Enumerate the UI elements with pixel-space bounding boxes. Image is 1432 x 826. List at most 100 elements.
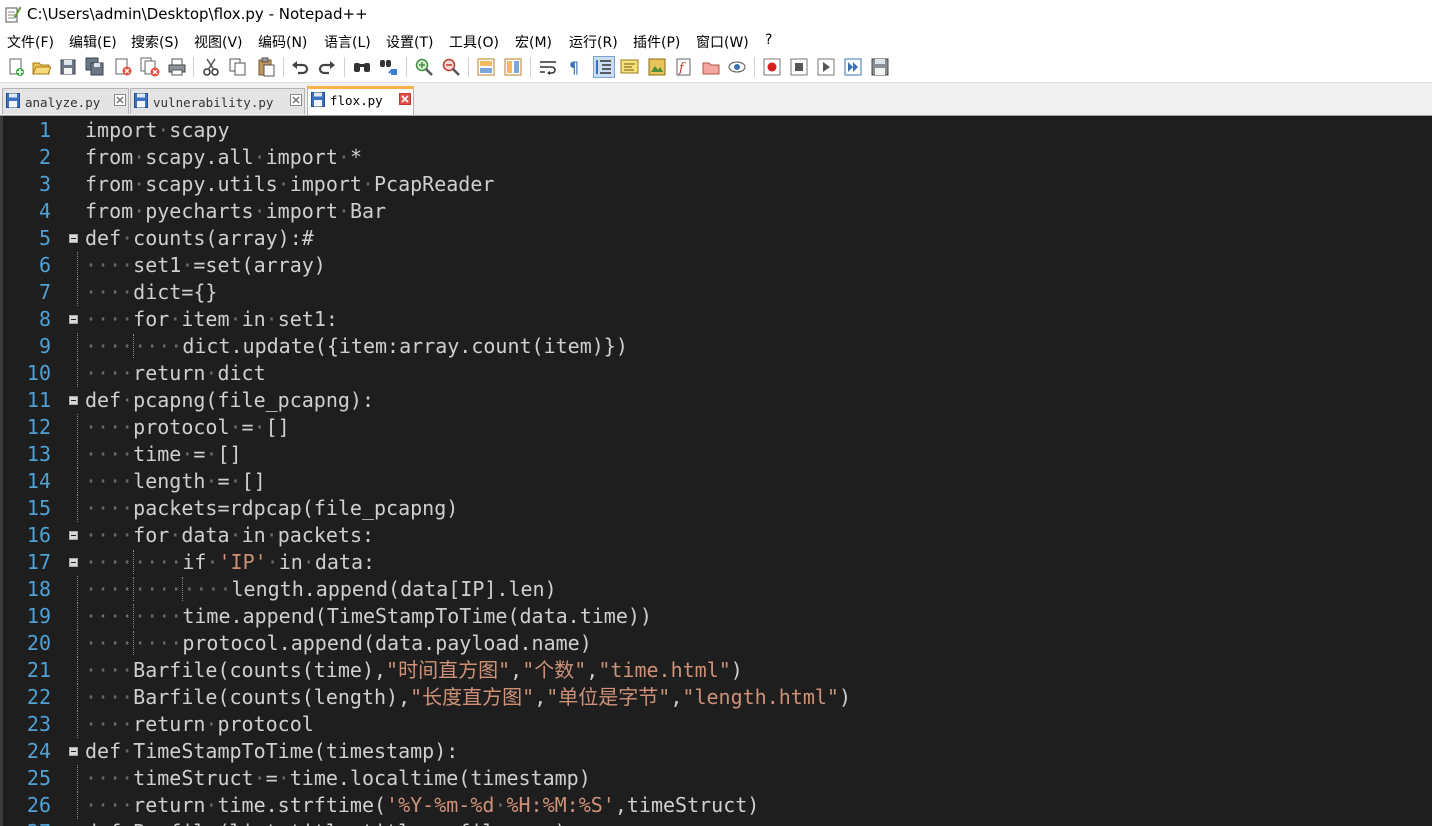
code-line[interactable]: 15 ····packets=rdpcap(file_pcapng) (3, 495, 1432, 522)
fold-collapse-icon[interactable] (69, 234, 78, 243)
code-line[interactable]: 23 ····return·protocol (3, 711, 1432, 738)
menu-help[interactable]: ? (764, 32, 773, 48)
line-number: 11 (26, 388, 51, 412)
new-file-icon[interactable] (6, 57, 26, 77)
folder-workspace-icon[interactable] (701, 57, 721, 77)
code-line[interactable]: 8 ····for·item·in·set1: (3, 306, 1432, 333)
tab-analyze-py[interactable]: analyze.py (2, 88, 129, 114)
code-line[interactable]: 24 def·TimeStampToTime(timestamp): (3, 738, 1432, 765)
code-text: ····dict={} (85, 280, 218, 304)
replace-icon[interactable] (379, 57, 399, 77)
code-text: ····return·protocol (85, 712, 314, 736)
play-macro-icon[interactable] (816, 57, 836, 77)
undo-icon[interactable] (290, 57, 310, 77)
save-icon[interactable] (58, 57, 78, 77)
fold-guide (77, 252, 78, 279)
code-line[interactable]: 3 from·scapy.utils·import·PcapReader (3, 171, 1432, 198)
code-line[interactable]: 10 ····return·dict (3, 360, 1432, 387)
menu-plugins[interactable]: 插件(P) (632, 32, 681, 52)
code-line[interactable]: 26 ····return·time.strftime('%Y-%m-%d·%H:… (3, 792, 1432, 819)
zoom-in-icon[interactable] (414, 57, 434, 77)
redo-icon[interactable] (317, 57, 337, 77)
function-list-icon[interactable]: f (674, 57, 694, 77)
fold-collapse-icon[interactable] (69, 531, 78, 540)
line-number: 16 (26, 523, 51, 547)
svg-text:¶: ¶ (569, 58, 579, 77)
code-line[interactable]: 21 ····Barfile(counts(time),"时间直方图","个数",… (3, 657, 1432, 684)
menu-view[interactable]: 视图(V) (193, 32, 244, 52)
fold-collapse-icon[interactable] (69, 558, 78, 567)
code-line[interactable]: 1 import·scapy (3, 117, 1432, 144)
tab-vulnerability-py[interactable]: vulnerability.py (130, 88, 305, 114)
code-line[interactable]: 17 ········if·'IP'·in·data: (3, 549, 1432, 576)
close-icon[interactable] (113, 57, 133, 77)
copy-icon[interactable] (228, 57, 248, 77)
fold-guide (77, 360, 78, 387)
menu-tools[interactable]: 工具(O) (448, 32, 500, 52)
indent-guide-icon[interactable] (593, 56, 615, 78)
menu-window[interactable]: 窗口(W) (695, 32, 750, 52)
code-line[interactable]: 19 ········time.append(TimeStampToTime(da… (3, 603, 1432, 630)
close-tab-icon[interactable] (290, 94, 302, 106)
tab-flox-py[interactable]: flox.py (307, 86, 414, 115)
menu-search[interactable]: 搜索(S) (130, 32, 180, 52)
code-editor[interactable]: 1 import·scapy 2 from·scapy.all·import·* 3 fr… (0, 116, 1432, 826)
menu-language[interactable]: 语言(L) (323, 32, 372, 52)
code-line[interactable]: 27 def·Barfile(list,title,title_y,filenam… (3, 819, 1432, 826)
close-tab-icon[interactable] (399, 93, 411, 105)
fold-guide (77, 441, 78, 468)
fold-guide (77, 684, 78, 711)
paste-icon[interactable] (256, 57, 276, 77)
close-tab-icon[interactable] (114, 94, 126, 106)
stop-record-icon[interactable] (789, 57, 809, 77)
code-line[interactable]: 20 ········protocol.append(data.payload.n… (3, 630, 1432, 657)
code-line[interactable]: 18 ············length.append(data[IP].len… (3, 576, 1432, 603)
menu-encoding[interactable]: 编码(N) (257, 32, 308, 52)
document-map-icon[interactable] (647, 57, 667, 77)
show-all-chars-icon[interactable]: ¶ (565, 57, 585, 77)
code-line[interactable]: 6 ····set1·=set(array) (3, 252, 1432, 279)
fold-guide (77, 603, 78, 630)
code-line[interactable]: 9 ········dict.update({item:array.count(i… (3, 333, 1432, 360)
monitoring-icon[interactable] (727, 57, 747, 77)
fold-guide (77, 333, 78, 360)
word-wrap-icon[interactable] (538, 57, 558, 77)
sync-horizontal-icon[interactable] (503, 57, 523, 77)
menu-edit[interactable]: 编辑(E) (68, 32, 118, 52)
fold-collapse-icon[interactable] (69, 315, 78, 324)
cut-icon[interactable] (201, 57, 221, 77)
fold-collapse-icon[interactable] (69, 396, 78, 405)
save-macro-icon[interactable] (870, 57, 890, 77)
code-line[interactable]: 4 from·pyecharts·import·Bar (3, 198, 1432, 225)
fold-collapse-icon[interactable] (69, 747, 78, 756)
code-line[interactable]: 25 ····timeStruct·=·time.localtime(timest… (3, 765, 1432, 792)
code-text: ····length·=·[] (85, 469, 266, 493)
line-number: 21 (26, 658, 51, 682)
zoom-out-icon[interactable] (441, 57, 461, 77)
line-number: 14 (26, 469, 51, 493)
code-line[interactable]: 2 from·scapy.all·import·* (3, 144, 1432, 171)
code-line[interactable]: 7 ····dict={} (3, 279, 1432, 306)
record-macro-icon[interactable] (762, 57, 782, 77)
run-macro-multiple-icon[interactable] (843, 57, 863, 77)
close-all-icon[interactable] (140, 57, 160, 77)
menu-macro[interactable]: 宏(M) (514, 32, 553, 52)
open-file-icon[interactable] (31, 57, 51, 77)
code-line[interactable]: 16 ····for·data·in·packets: (3, 522, 1432, 549)
code-line[interactable]: 22 ····Barfile(counts(length),"长度直方图","单位… (3, 684, 1432, 711)
code-line[interactable]: 12 ····protocol·=·[] (3, 414, 1432, 441)
save-all-icon[interactable] (85, 57, 105, 77)
menu-file[interactable]: 文件(F) (6, 32, 55, 52)
line-number: 19 (26, 604, 51, 628)
menu-settings[interactable]: 设置(T) (385, 32, 434, 52)
code-line[interactable]: 11 def·pcapng(file_pcapng): (3, 387, 1432, 414)
menu-run[interactable]: 运行(R) (568, 32, 619, 52)
saved-file-icon (134, 93, 148, 108)
sync-vertical-icon[interactable] (476, 57, 496, 77)
code-line[interactable]: 13 ····time·=·[] (3, 441, 1432, 468)
code-line[interactable]: 14 ····length·=·[] (3, 468, 1432, 495)
user-language-icon[interactable] (620, 57, 640, 77)
find-icon[interactable] (352, 57, 372, 77)
code-line[interactable]: 5 def·counts(array):# (3, 225, 1432, 252)
print-icon[interactable] (167, 57, 187, 77)
